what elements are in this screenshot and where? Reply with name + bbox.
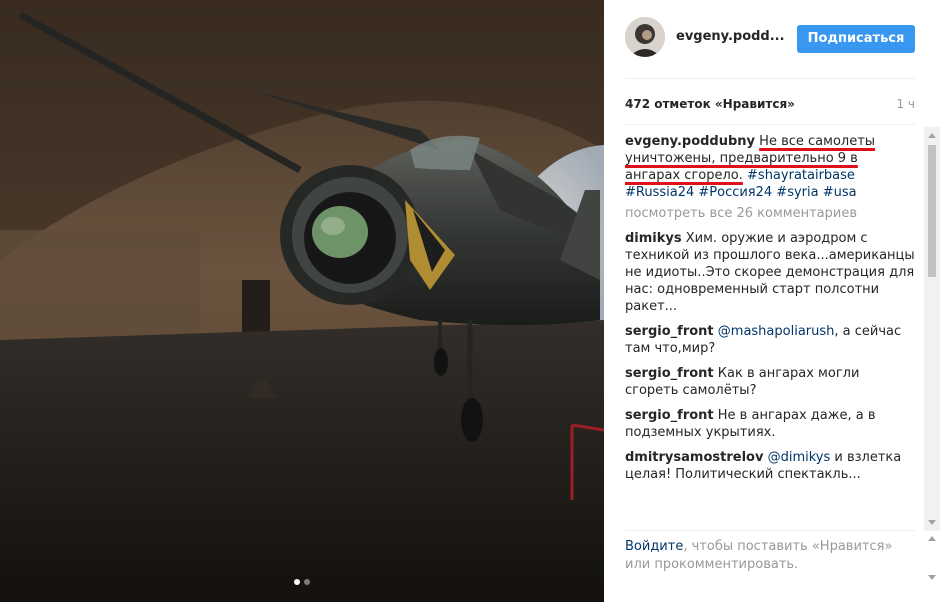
divider (625, 124, 915, 125)
view-all-comments-link[interactable]: посмотреть все 26 комментариев (625, 205, 915, 222)
comment-username[interactable]: sergio_front (625, 408, 714, 423)
comment-username[interactable]: sergio_front (625, 324, 714, 339)
comment-username[interactable]: dmitrysamostrelov (625, 450, 763, 465)
carousel-dot[interactable] (304, 579, 310, 585)
comment-item: sergio_front @mashapoliarush, а сейчас т… (625, 323, 915, 357)
footer-scrollbar[interactable] (924, 532, 940, 602)
scroll-down-arrow-icon[interactable] (928, 575, 936, 580)
caption-username[interactable]: evgeny.poddubny (625, 134, 755, 149)
comment-item: sergio_front Не в ангарах даже, а в подз… (625, 407, 915, 441)
carousel-dots (0, 579, 604, 585)
scroll-thumb[interactable] (928, 145, 936, 277)
comment-item: dimikys Хим. оружие и аэродром с технико… (625, 230, 915, 315)
comment-username[interactable]: sergio_front (625, 366, 714, 381)
divider (625, 530, 915, 531)
post-side-panel: evgeny.podd... Подписаться 472 отметок «… (604, 0, 940, 602)
comments-list: evgeny.poddubny Не все самолеты уничтоже… (625, 133, 915, 528)
comment-mention[interactable]: @mashapoliarush (718, 324, 835, 339)
avatar[interactable] (625, 17, 665, 57)
post-time[interactable]: 1 ч (896, 97, 915, 111)
scroll-up-arrow-icon[interactable] (928, 133, 936, 138)
comment-username[interactable]: dimikys (625, 231, 682, 246)
likes-row: 472 отметок «Нравится» 1 ч (625, 97, 915, 111)
login-link[interactable]: Войдите (625, 539, 683, 554)
post-header: evgeny.podd... Подписаться (604, 0, 924, 78)
divider (625, 78, 915, 79)
login-prompt: Войдите, чтобы поставить «Нравится» или … (625, 538, 910, 574)
carousel-dot-active[interactable] (294, 579, 300, 585)
comment-item: dmitrysamostrelov @dimikys и взлетка цел… (625, 449, 915, 483)
avatar-image (625, 17, 665, 57)
likes-count[interactable]: 472 отметок «Нравится» (625, 97, 795, 111)
post-caption: evgeny.poddubny Не все самолеты уничтоже… (625, 133, 915, 201)
scroll-up-arrow-icon[interactable] (928, 536, 936, 541)
aircraft-in-hangar-image (0, 0, 604, 602)
comments-scrollbar[interactable] (924, 127, 940, 531)
post-author-username[interactable]: evgeny.podd... (676, 29, 785, 44)
follow-button[interactable]: Подписаться (797, 25, 915, 53)
comment-mention[interactable]: @dimikys (768, 450, 831, 465)
post-photo[interactable] (0, 0, 604, 602)
scroll-down-arrow-icon[interactable] (928, 520, 936, 525)
comment-item: sergio_front Как в ангарах могли сгореть… (625, 365, 915, 399)
